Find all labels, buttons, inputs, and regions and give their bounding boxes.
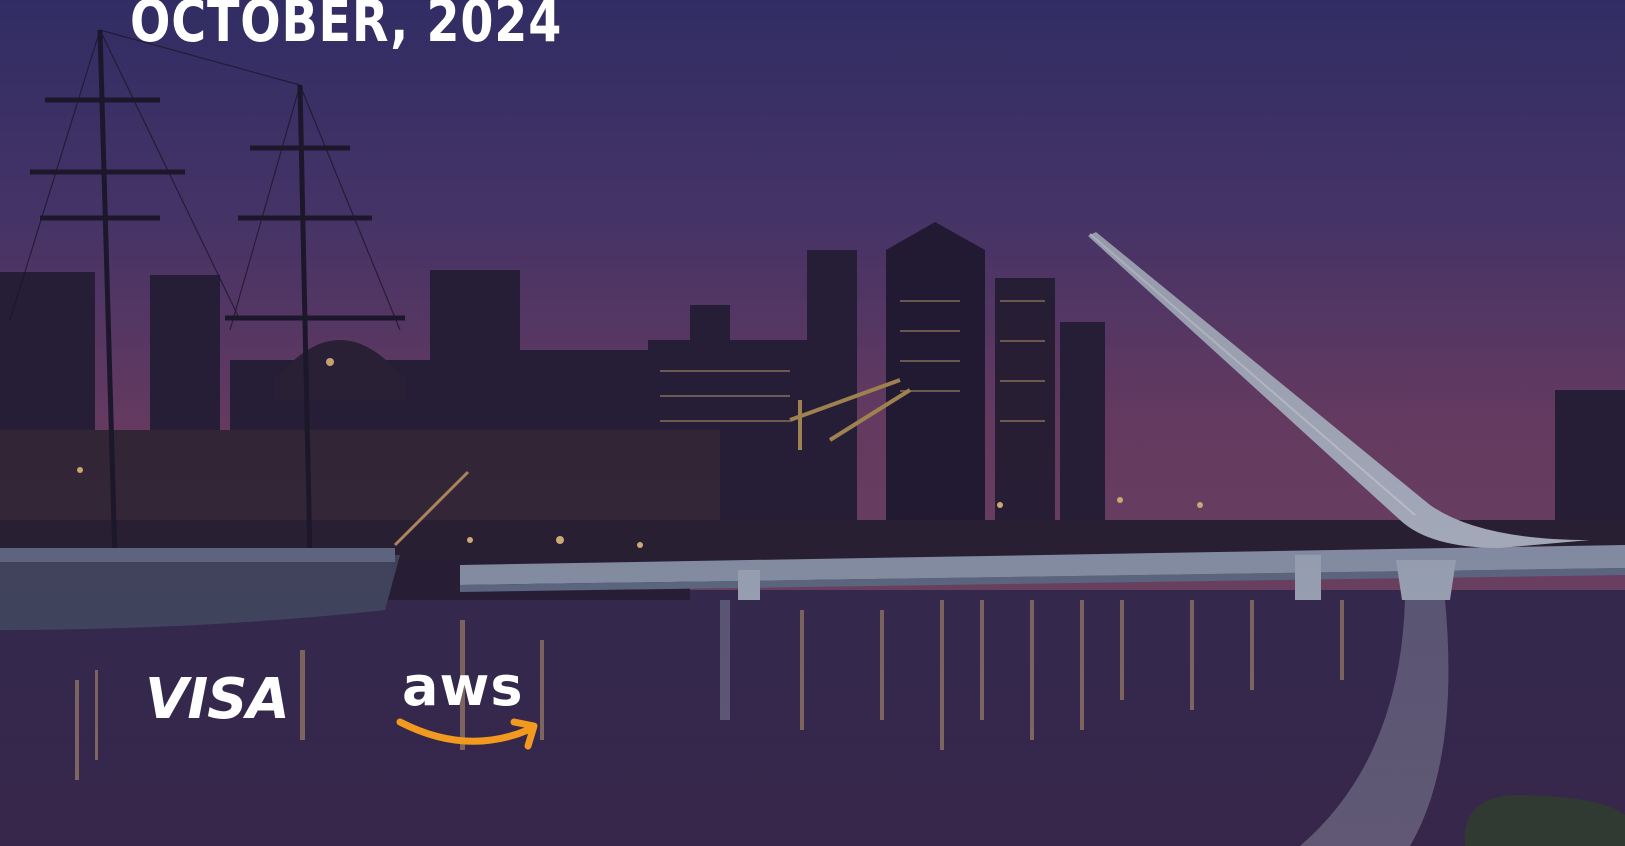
hero-banner: OCTOBER, 2024 VISA aws [0, 0, 1625, 846]
event-date-heading: OCTOBER, 2024 [130, 0, 563, 55]
visa-logo: VISA [145, 667, 290, 732]
amazon-smile-arrow-icon [396, 718, 538, 750]
aws-logo-text: aws [402, 655, 524, 718]
aws-logo: aws [396, 660, 546, 760]
